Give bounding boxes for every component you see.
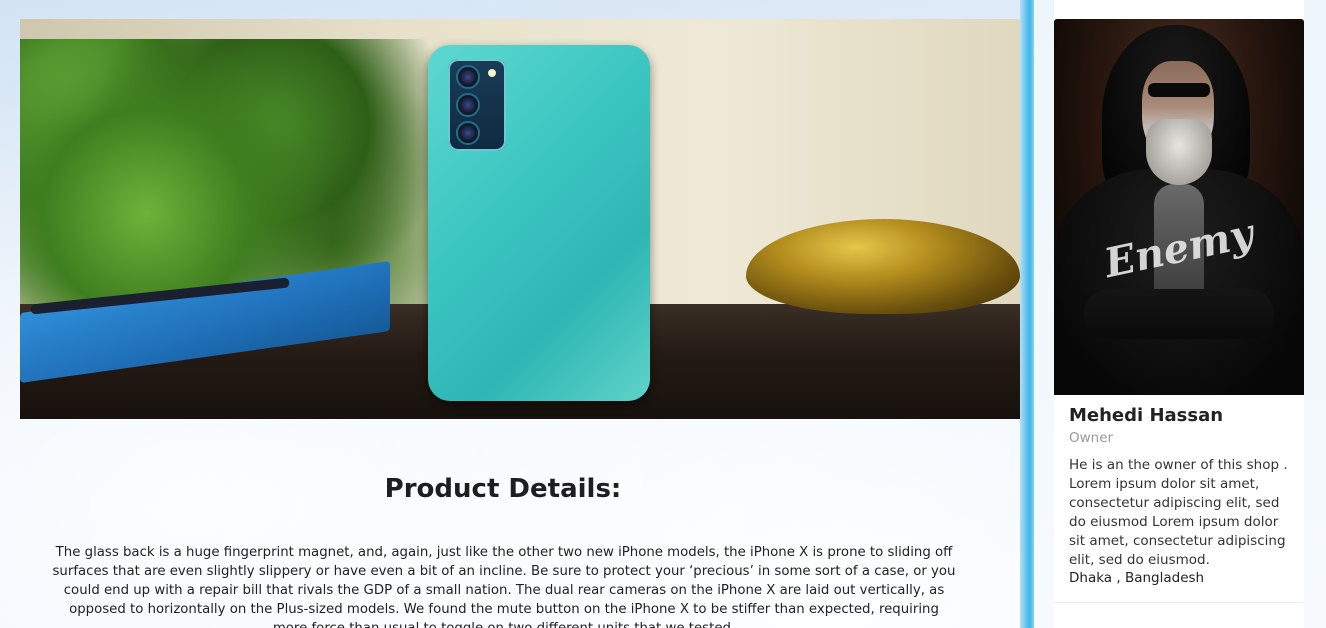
owner-bio: He is an the owner of this shop . Lorem … <box>1069 457 1288 568</box>
owner-location: Dhaka , Bangladesh <box>1069 570 1205 586</box>
owner-name: Mehedi Hassan <box>1069 405 1224 426</box>
owner-role: Owner <box>1069 430 1114 446</box>
owner-photo: Enemy <box>1054 19 1304 395</box>
camera-lens <box>456 65 480 89</box>
product-details-text: The glass back is a huge fingerprint mag… <box>52 545 956 628</box>
column-divider <box>1020 0 1034 628</box>
card-divider <box>1054 602 1304 603</box>
sunglasses <box>1148 83 1210 97</box>
crossed-arms <box>1084 289 1274 339</box>
owner-card: Enemy Mehedi Hassan Owner He is an the o… <box>1054 0 1304 628</box>
product-details-title: Product Details: <box>384 474 622 504</box>
smartphone <box>428 45 650 401</box>
main-content: Product Details: The glass back is a hug… <box>0 0 1022 628</box>
product-image <box>20 19 1020 419</box>
camera-lens <box>456 121 480 145</box>
camera-flash <box>488 69 496 77</box>
beard <box>1146 119 1212 185</box>
owner-sidebar: Enemy Mehedi Hassan Owner He is an the o… <box>1034 0 1326 628</box>
camera-module <box>448 59 506 151</box>
camera-lens <box>456 93 480 117</box>
